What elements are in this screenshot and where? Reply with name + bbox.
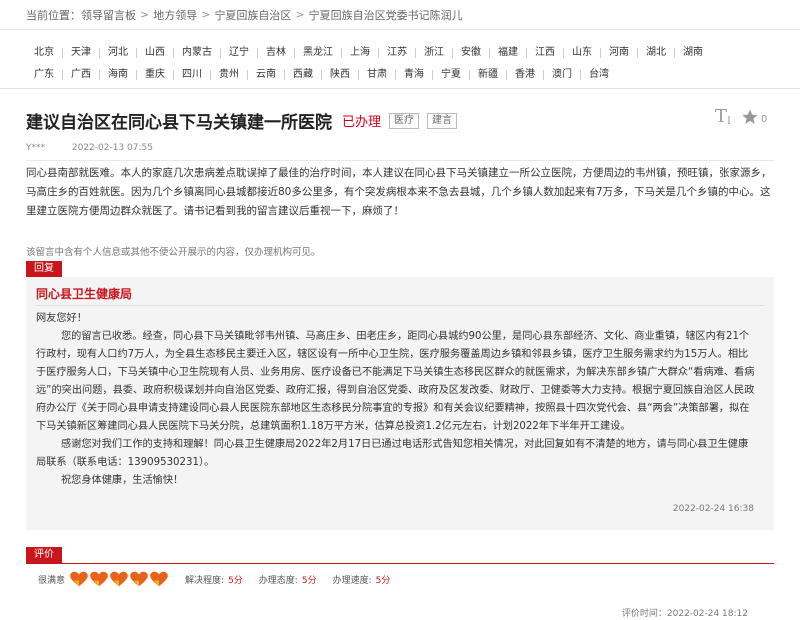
breadcrumb-item-local-leaders[interactable]: 地方领导 bbox=[153, 7, 197, 23]
region-link[interactable]: 浙江 bbox=[416, 48, 453, 58]
tag-medical[interactable]: 医疗 bbox=[389, 112, 420, 129]
post-title: 建议自治区在同心县下马关镇建一所医院 bbox=[26, 113, 332, 133]
score-value-resolution: 5分 bbox=[228, 575, 243, 586]
region-link[interactable]: 海南 bbox=[100, 70, 137, 80]
rating-row: 很满意 解决程度: 5分 办理态度: 5分 办理速度: 5分 bbox=[38, 571, 390, 587]
region-link[interactable]: 安徽 bbox=[453, 48, 490, 58]
reply-body: 网友您好！ 您的留言已收悉。经查，同心县下马关镇毗邻韦州镇、马高庄乡、田老庄乡，… bbox=[36, 310, 756, 490]
region-link[interactable]: 江苏 bbox=[379, 48, 416, 58]
region-link[interactable]: 福建 bbox=[490, 48, 527, 58]
heart-icon bbox=[150, 571, 168, 587]
region-link[interactable]: 吉林 bbox=[258, 48, 295, 58]
post-meta: Y*** 2022-02-13 07:55 bbox=[26, 143, 153, 153]
post-header: 建议自治区在同心县下马关镇建一所医院 已办理 医疗 建言 bbox=[26, 108, 458, 133]
rating-time-value: 2022-02-24 18:12 bbox=[666, 609, 748, 619]
region-link[interactable]: 广西 bbox=[63, 70, 100, 80]
region-link[interactable]: 天津 bbox=[63, 48, 100, 58]
post-date: 2022-02-13 07:55 bbox=[71, 143, 153, 153]
region-link[interactable]: 香港 bbox=[507, 70, 544, 80]
region-link[interactable]: 广东 bbox=[26, 70, 63, 80]
divider bbox=[36, 305, 764, 306]
region-nav: 北京 天津 河北 山西 内蒙古 辽宁 吉林 黑龙江 上海 江苏 浙江 安徽 福建 江西 山东 河南 湖北 湖南 广… bbox=[26, 42, 766, 86]
region-link[interactable]: 青海 bbox=[396, 70, 433, 80]
rating-divider bbox=[26, 563, 774, 564]
region-link[interactable]: 宁夏 bbox=[433, 70, 470, 80]
author: Y*** bbox=[26, 143, 45, 153]
reply-org: 同心县卫生健康局 bbox=[36, 287, 133, 301]
score-value-speed: 5分 bbox=[375, 575, 391, 586]
reply-panel: 同心县卫生健康局 网友您好！ 您的留言已收悉。经查，同心县下马关镇毗邻韦州镇、马… bbox=[26, 277, 774, 530]
rating-hearts bbox=[69, 571, 169, 587]
heart-icon bbox=[70, 571, 88, 587]
region-link[interactable]: 黑龙江 bbox=[295, 48, 342, 58]
breadcrumb-separator: > bbox=[140, 8, 150, 21]
satisfaction-label: 很满意 bbox=[38, 575, 66, 586]
breadcrumb-item-ningxia[interactable]: 宁夏回族自治区 bbox=[214, 7, 291, 23]
score-label-attitude: 办理态度: bbox=[258, 575, 298, 586]
heart-icon bbox=[110, 571, 128, 587]
region-link[interactable]: 河北 bbox=[100, 48, 137, 58]
region-link[interactable]: 江西 bbox=[527, 48, 564, 58]
region-link[interactable]: 辽宁 bbox=[221, 48, 258, 58]
region-link[interactable]: 陕西 bbox=[322, 70, 359, 80]
font-size-icon[interactable]: TI bbox=[715, 106, 731, 127]
region-link[interactable]: 贵州 bbox=[211, 70, 248, 80]
breadcrumb-prefix: 当前位置： bbox=[26, 8, 81, 22]
score-label-speed: 办理速度: bbox=[332, 575, 372, 586]
region-link[interactable]: 西藏 bbox=[285, 70, 322, 80]
breadcrumb-separator: > bbox=[201, 8, 211, 21]
region-link[interactable]: 湖南 bbox=[675, 48, 711, 58]
region-link[interactable]: 甘肃 bbox=[359, 70, 396, 80]
tag-suggestion[interactable]: 建言 bbox=[427, 112, 458, 129]
heart-icon bbox=[90, 571, 108, 587]
region-link[interactable]: 山东 bbox=[564, 48, 601, 58]
star-count: 0 bbox=[760, 114, 768, 125]
star-button[interactable]: 0 bbox=[741, 108, 767, 126]
region-link[interactable]: 湖北 bbox=[638, 48, 675, 58]
region-row: 北京 天津 河北 山西 内蒙古 辽宁 吉林 黑龙江 上海 江苏 浙江 安徽 福建 江西 山东 河南 湖北 湖南 bbox=[26, 42, 766, 64]
post-content: 同心县南部就医难。本人的家庭几次患病差点耽误掉了最佳的治疗时间，本人建议在同心县… bbox=[26, 167, 772, 217]
breadcrumb-item-secretary[interactable]: 宁夏回族自治区党委书记陈润儿 bbox=[309, 7, 463, 23]
region-link[interactable]: 台湾 bbox=[581, 70, 617, 80]
divider bbox=[0, 88, 800, 89]
reply-paragraph: 您的留言已收悉。经查，同心县下马关镇毗邻韦州镇、马高庄乡、田老庄乡，距同心县城约… bbox=[36, 331, 755, 432]
post-actions: TI 0 bbox=[715, 106, 767, 127]
region-link[interactable]: 上海 bbox=[342, 48, 379, 58]
breadcrumb: 当前位置： 领导留言板 > 地方领导 > 宁夏回族自治区 > 宁夏回族自治区党委… bbox=[0, 0, 800, 30]
heart-icon bbox=[130, 571, 148, 587]
rating-time-label: 评价时间： bbox=[621, 609, 667, 619]
score-value-attitude: 5分 bbox=[301, 575, 317, 586]
region-link[interactable]: 河南 bbox=[601, 48, 638, 58]
rating-time: 评价时间：2022-02-24 18:12 bbox=[622, 606, 748, 619]
region-link[interactable]: 北京 bbox=[26, 48, 63, 58]
privacy-note: 该留言中含有个人信息或其他不便公开展示的内容，仅办理机构可见。 bbox=[26, 247, 321, 258]
region-link[interactable]: 四川 bbox=[174, 70, 211, 80]
region-link[interactable]: 山西 bbox=[137, 48, 174, 58]
status-label: 已办理 bbox=[342, 115, 382, 130]
breadcrumb-separator: > bbox=[295, 8, 305, 21]
star-icon bbox=[742, 109, 758, 124]
reply-greeting: 网友您好！ bbox=[36, 313, 87, 324]
region-link[interactable]: 澳门 bbox=[544, 70, 581, 80]
region-link[interactable]: 重庆 bbox=[137, 70, 174, 80]
reply-paragraph: 感谢您对我们工作的支持和理解！同心县卫生健康局2022年2月17日已通过电话形式… bbox=[36, 439, 749, 468]
region-link[interactable]: 内蒙古 bbox=[174, 48, 221, 58]
reply-label: 回复 bbox=[26, 261, 62, 277]
region-link[interactable]: 新疆 bbox=[470, 70, 507, 80]
breadcrumb-item-leader-board[interactable]: 领导留言板 bbox=[81, 7, 136, 23]
reply-closing: 祝您身体健康，生活愉快！ bbox=[61, 475, 184, 486]
region-link[interactable]: 云南 bbox=[248, 70, 285, 80]
score-label-resolution: 解决程度: bbox=[185, 575, 225, 586]
region-row: 广东 广西 海南 重庆 四川 贵州 云南 西藏 陕西 甘肃 青海 宁夏 新疆 香港 澳门 台湾 bbox=[26, 64, 766, 86]
rating-label: 评价 bbox=[26, 547, 62, 563]
divider bbox=[26, 160, 774, 161]
reply-date: 2022-02-24 16:38 bbox=[672, 504, 754, 514]
